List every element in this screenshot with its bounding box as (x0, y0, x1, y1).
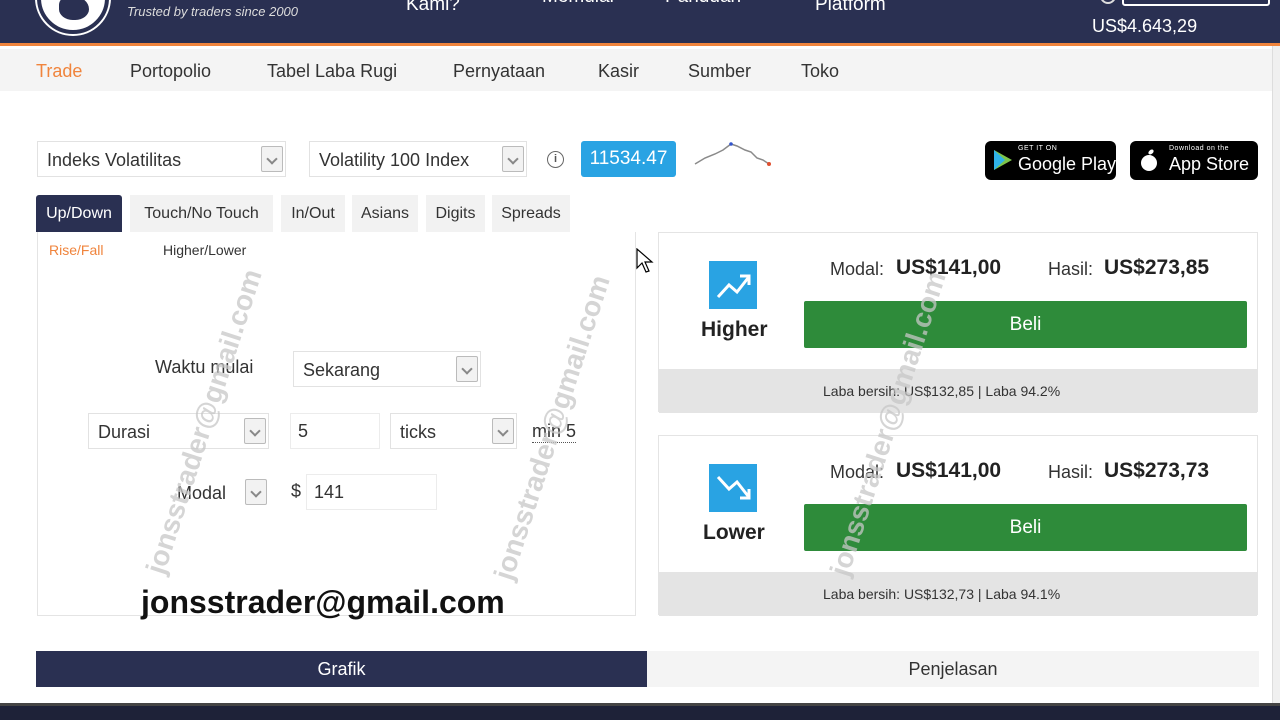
lower-payout-value: US$273,73 (1104, 459, 1210, 482)
currency-symbol: $ (291, 481, 302, 501)
lower-payout-label: Hasil: (1048, 462, 1094, 482)
email-overlay: jonsstrader@gmail.com (141, 584, 505, 620)
trend-down-icon (709, 464, 757, 512)
apple-icon (1141, 149, 1157, 171)
topnav-guide[interactable]: Panduan (665, 0, 741, 8)
google-play-icon (994, 150, 1012, 170)
account-status-icon (1100, 0, 1116, 4)
nav-statement[interactable]: Pernyataan (453, 61, 545, 82)
nav-profit-table[interactable]: Tabel Laba Rugi (267, 61, 397, 82)
duration-unit-value: ticks (400, 422, 436, 442)
tab-up-down[interactable]: Up/Down (36, 195, 122, 232)
google-play-small-text: GET IT ON (1018, 145, 1058, 152)
main-navigation: Trade Portopolio Tabel Laba Rugi Pernyat… (0, 49, 1280, 91)
page-scrollbar[interactable] (1272, 46, 1280, 720)
market-symbol-select[interactable]: Volatility 100 Index (309, 141, 527, 177)
lower-stake-value: US$141,00 (896, 459, 1002, 482)
chevron-down-icon (502, 146, 524, 172)
account-menu-button[interactable] (1122, 0, 1270, 6)
account-balance: US$4.643,29 (1092, 16, 1198, 36)
tab-explanation[interactable]: Penjelasan (647, 651, 1259, 687)
tab-spreads[interactable]: Spreads (492, 195, 570, 232)
chevron-down-icon (244, 418, 266, 444)
nav-portfolio[interactable]: Portopolio (130, 61, 211, 82)
tab-chart[interactable]: Grafik (36, 651, 647, 687)
duration-amount-input[interactable]: 5 (290, 413, 380, 449)
stake-amount-input[interactable]: 141 (306, 474, 437, 510)
chevron-down-icon (492, 418, 514, 444)
lower-buy-button[interactable]: Beli (804, 504, 1247, 551)
subtab-rise-fall[interactable]: Rise/Fall (49, 242, 103, 258)
app-store-badge[interactable]: Download on the App Store (1130, 141, 1258, 180)
tab-asians[interactable]: Asians (352, 195, 418, 232)
market-symbol-value: Volatility 100 Index (319, 150, 470, 170)
brand-logo[interactable] (37, 0, 109, 34)
subtab-higher-lower[interactable]: Higher/Lower (163, 242, 246, 258)
stake-type-select[interactable]: Modal (168, 475, 269, 511)
higher-label: Higher (701, 318, 768, 341)
start-time-label: Waktu mulai (155, 357, 254, 377)
tab-in-out[interactable]: In/Out (281, 195, 345, 232)
duration-amount-value: 5 (298, 421, 309, 441)
info-icon[interactable]: i (547, 151, 564, 168)
higher-payout-value: US$273,85 (1104, 256, 1210, 279)
brand-tagline: Trusted by traders since 2000 (127, 4, 299, 19)
higher-stake-label: Modal: (830, 259, 885, 279)
start-time-select[interactable]: Sekarang (293, 351, 481, 387)
nav-trade[interactable]: Trade (36, 61, 82, 82)
mouse-cursor-icon (636, 248, 654, 273)
higher-stake-value: US$141,00 (896, 256, 1002, 279)
google-play-badge[interactable]: GET IT ON Google Play (985, 141, 1116, 180)
chevron-down-icon (245, 479, 267, 505)
google-play-text: Google Play (1018, 154, 1117, 174)
market-category-value: Indeks Volatilitas (47, 150, 182, 170)
higher-purchase-panel: Higher Modal: US$141,00 Hasil: US$273,85… (658, 232, 1258, 413)
duration-min-hint: min 5 (532, 421, 577, 443)
app-store-text: App Store (1169, 154, 1250, 174)
higher-buy-button[interactable]: Beli (804, 301, 1247, 348)
lower-purchase-panel: Lower Modal: US$141,00 Hasil: US$273,73 … (658, 435, 1258, 616)
duration-unit-select[interactable]: ticks (390, 413, 517, 449)
chevron-down-icon (456, 356, 478, 382)
stake-amount-value: 141 (314, 482, 345, 502)
tab-touch-no-touch[interactable]: Touch/No Touch (130, 195, 273, 232)
lower-label: Lower (703, 521, 765, 544)
higher-payout-label: Hasil: (1048, 259, 1094, 279)
topnav-platform[interactable]: Platform (815, 0, 886, 16)
stake-type-value: Modal (177, 483, 227, 503)
nav-cashier[interactable]: Kasir (598, 61, 639, 82)
nav-shop[interactable]: Toko (801, 61, 839, 82)
price-sparkline (694, 142, 771, 166)
lower-net-profit: Laba bersih: US$132,73 | Laba 94.1% (659, 572, 1257, 616)
app-store-small-text: Download on the (1169, 145, 1230, 152)
topnav-about[interactable]: Kami? (406, 0, 460, 16)
topnav-getting-started[interactable]: Memulai (542, 0, 614, 8)
top-header: Trusted by traders since 2000 Kami? Memu… (0, 0, 1280, 46)
duration-type-value: Durasi (98, 422, 151, 442)
duration-type-select[interactable]: Durasi (88, 413, 269, 449)
tab-digits[interactable]: Digits (426, 195, 485, 232)
market-category-select[interactable]: Indeks Volatilitas (37, 141, 286, 177)
chevron-down-icon (261, 146, 283, 172)
nav-resources[interactable]: Sumber (688, 61, 751, 82)
lower-stake-label: Modal: (830, 462, 885, 482)
start-time-value: Sekarang (303, 360, 381, 380)
spot-price: 11534.47 (581, 141, 676, 177)
higher-net-profit: Laba bersih: US$132,85 | Laba 94.2% (659, 369, 1257, 413)
footer-bar (0, 703, 1280, 720)
trend-up-icon (709, 261, 757, 309)
